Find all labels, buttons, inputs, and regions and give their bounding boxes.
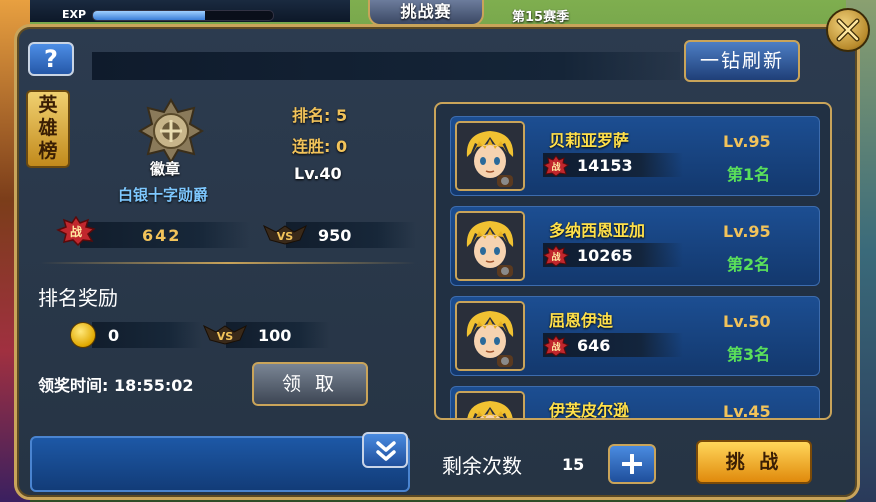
opponent-level: Lv.50 xyxy=(723,312,771,331)
badge-name: 徽章 xyxy=(150,160,181,178)
battle-power-icon: 战 xyxy=(543,155,569,177)
reward-vs-points: 100 xyxy=(258,326,292,345)
opponent-level: Lv.95 xyxy=(723,132,771,151)
double-chevron-down-icon xyxy=(376,441,396,461)
battle-power-icon: 战 xyxy=(543,245,569,267)
mode-title: 挑战赛 xyxy=(400,2,452,21)
exp-bar xyxy=(92,10,274,21)
opponent-row[interactable]: 伊芙皮尔逊 Lv.45 xyxy=(450,386,820,420)
hero-board-button[interactable]: 英雄榜 xyxy=(26,90,70,168)
svg-text:战: 战 xyxy=(70,224,82,239)
reward-vs-icon: VS xyxy=(203,324,247,345)
opponent-power: 10265 xyxy=(577,246,633,265)
opponent-portrait xyxy=(455,121,525,191)
opponent-rank: 第2名 xyxy=(727,255,771,274)
close-button[interactable] xyxy=(826,8,870,52)
close-icon xyxy=(836,18,860,42)
opponent-power: 646 xyxy=(577,336,611,355)
player-power: 642 xyxy=(142,226,182,245)
mode-title-plate: 挑战赛 xyxy=(368,0,484,26)
opponent-list[interactable]: 贝莉亚罗萨 战 14153 Lv.95 第1名 多纳西恩亚加 战 10265 L… xyxy=(434,102,832,420)
add-attempts-button[interactable] xyxy=(608,444,656,484)
svg-text:战: 战 xyxy=(551,341,560,353)
opponent-name: 屈恩伊迪 xyxy=(549,311,614,330)
vs-points-icon: VS xyxy=(263,224,307,245)
svg-text:战: 战 xyxy=(551,161,560,173)
hero-board-label: 英雄榜 xyxy=(38,94,58,162)
hero-portrait-icon xyxy=(457,393,523,418)
plus-icon xyxy=(622,454,642,474)
player-vs-points: 950 xyxy=(318,226,352,245)
exp-bar-fill xyxy=(93,11,205,20)
claim-time: 领奖时间: 18:55:02 xyxy=(38,376,194,395)
silver-cross-badge-icon xyxy=(138,98,204,164)
hero-portrait-icon xyxy=(457,213,523,279)
expand-chat-button[interactable] xyxy=(362,432,408,468)
hero-portrait-icon xyxy=(457,303,523,369)
section-divider xyxy=(40,262,416,264)
opponent-rank: 第3名 xyxy=(727,345,771,364)
battle-power-icon: 战 xyxy=(543,335,569,357)
gold-coin-icon xyxy=(70,322,96,348)
opponent-level: Lv.45 xyxy=(723,402,771,420)
opponent-portrait xyxy=(455,301,525,371)
help-button[interactable]: ? xyxy=(28,42,74,76)
opponent-rank: 第1名 xyxy=(727,165,771,184)
opponent-row[interactable]: 屈恩伊迪 战 646 Lv.50 第3名 xyxy=(450,296,820,376)
diamond-refresh-button[interactable]: 一钻刷新 xyxy=(684,40,800,82)
svg-text:VS: VS xyxy=(217,330,234,343)
remaining-attempts-count: 15 xyxy=(562,455,585,474)
remaining-attempts-label: 剩余次数 xyxy=(442,454,522,478)
rank-title: 白银十字勋爵 xyxy=(118,186,209,204)
battle-power-icon: 战 xyxy=(56,216,96,246)
rank-reward-title: 排名奖励 xyxy=(38,286,118,310)
header-strip xyxy=(92,52,680,80)
player-rank: 排名: 5 xyxy=(292,106,348,125)
season-label: 第15赛季 xyxy=(512,10,570,25)
svg-text:VS: VS xyxy=(277,230,294,243)
challenge-button[interactable]: 挑 战 xyxy=(696,440,812,484)
opponent-row[interactable]: 贝莉亚罗萨 战 14153 Lv.95 第1名 xyxy=(450,116,820,196)
hero-portrait-icon xyxy=(457,123,523,189)
opponent-level: Lv.95 xyxy=(723,222,771,241)
exp-label: EXP xyxy=(62,8,87,21)
opponent-portrait xyxy=(455,391,525,418)
reward-coins: 0 xyxy=(108,326,120,345)
svg-text:战: 战 xyxy=(551,251,560,263)
claim-reward-button[interactable]: 领 取 xyxy=(252,362,368,406)
opponent-power: 14153 xyxy=(577,156,633,175)
player-win-streak: 连胜: 0 xyxy=(292,137,348,156)
opponent-row[interactable]: 多纳西恩亚加 战 10265 Lv.95 第2名 xyxy=(450,206,820,286)
opponent-name: 伊芙皮尔逊 xyxy=(549,401,630,420)
player-level: Lv.40 xyxy=(294,164,342,183)
opponent-name: 贝莉亚罗萨 xyxy=(549,131,630,150)
chat-box[interactable] xyxy=(30,436,410,492)
opponent-portrait xyxy=(455,211,525,281)
opponent-name: 多纳西恩亚加 xyxy=(549,221,646,240)
